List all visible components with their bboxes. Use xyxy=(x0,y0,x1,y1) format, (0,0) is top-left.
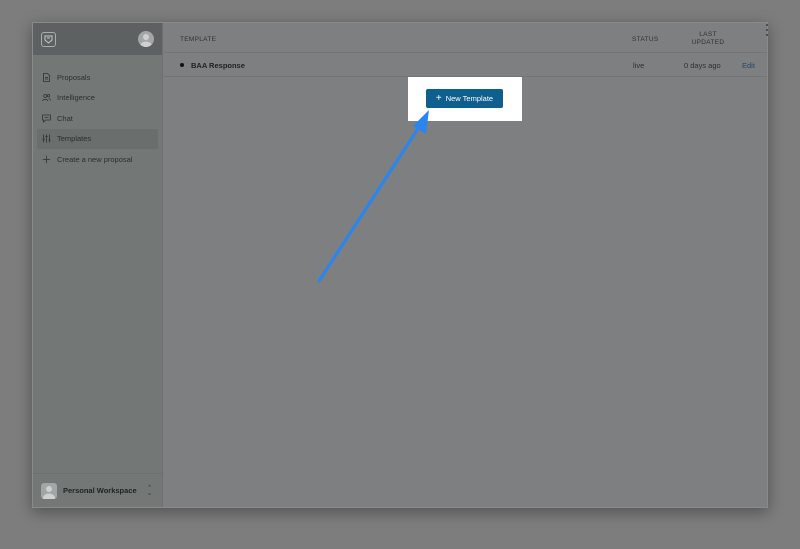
sidebar-header xyxy=(33,23,162,55)
document-icon xyxy=(42,72,51,82)
workspace-avatar-icon xyxy=(41,482,57,499)
edit-link[interactable]: Edit xyxy=(742,61,755,70)
logo-icon[interactable] xyxy=(41,31,56,47)
template-name[interactable]: BAA Response xyxy=(191,61,245,70)
new-template-label: New Template xyxy=(445,94,494,103)
column-header-last-updated[interactable]: LAST UPDATED xyxy=(682,31,734,47)
sidebar-item-templates[interactable]: Templates xyxy=(37,128,158,149)
sidebar-item-label: Create a new proposal xyxy=(57,154,133,164)
workspace-switcher[interactable]: Personal Workspace ⌃ ⌄ xyxy=(33,473,162,507)
sidebar-item-proposals[interactable]: Proposals xyxy=(37,67,158,87)
sidebar-item-chat[interactable]: Chat xyxy=(37,108,158,128)
people-icon xyxy=(42,93,51,102)
table-header: TEMPLATE STATUS LAST UPDATED xyxy=(164,23,767,53)
user-avatar-icon[interactable] xyxy=(138,31,154,47)
app-window: Proposals Intelligence Chat Templates Cr… xyxy=(32,22,768,508)
plus-icon xyxy=(42,155,51,164)
sidebar-item-label: Chat xyxy=(57,113,73,123)
sidebar-item-label: Templates xyxy=(57,134,92,143)
sliders-icon xyxy=(42,134,51,143)
column-header-template[interactable]: TEMPLATE xyxy=(180,36,216,43)
column-header-last-updated-line1: LAST xyxy=(699,31,717,38)
template-status: live xyxy=(633,61,645,70)
template-last-updated: 0 days ago xyxy=(684,61,721,70)
chevron-up-down-icon: ⌃ ⌄ xyxy=(146,484,153,497)
sidebar-item-label: Proposals xyxy=(57,72,91,82)
table-row[interactable]: BAA Response live 0 days ago Edit xyxy=(164,53,767,77)
plus-icon: + xyxy=(435,92,442,104)
column-header-status[interactable]: STATUS xyxy=(632,36,658,43)
new-template-button[interactable]: + New Template xyxy=(426,89,503,108)
more-options-icon[interactable] xyxy=(766,24,769,36)
sidebar-item-label: Intelligence xyxy=(57,93,95,102)
sidebar: Proposals Intelligence Chat Templates Cr… xyxy=(33,23,163,507)
workspace-label: Personal Workspace xyxy=(63,486,137,495)
column-header-last-updated-line2: UPDATED xyxy=(691,39,725,46)
sidebar-item-intelligence[interactable]: Intelligence xyxy=(37,88,158,108)
chat-icon xyxy=(42,114,51,123)
row-bullet-icon xyxy=(180,63,184,67)
sidebar-item-create-proposal[interactable]: Create a new proposal xyxy=(37,149,158,169)
sidebar-nav: Proposals Intelligence Chat Templates Cr… xyxy=(33,67,162,169)
